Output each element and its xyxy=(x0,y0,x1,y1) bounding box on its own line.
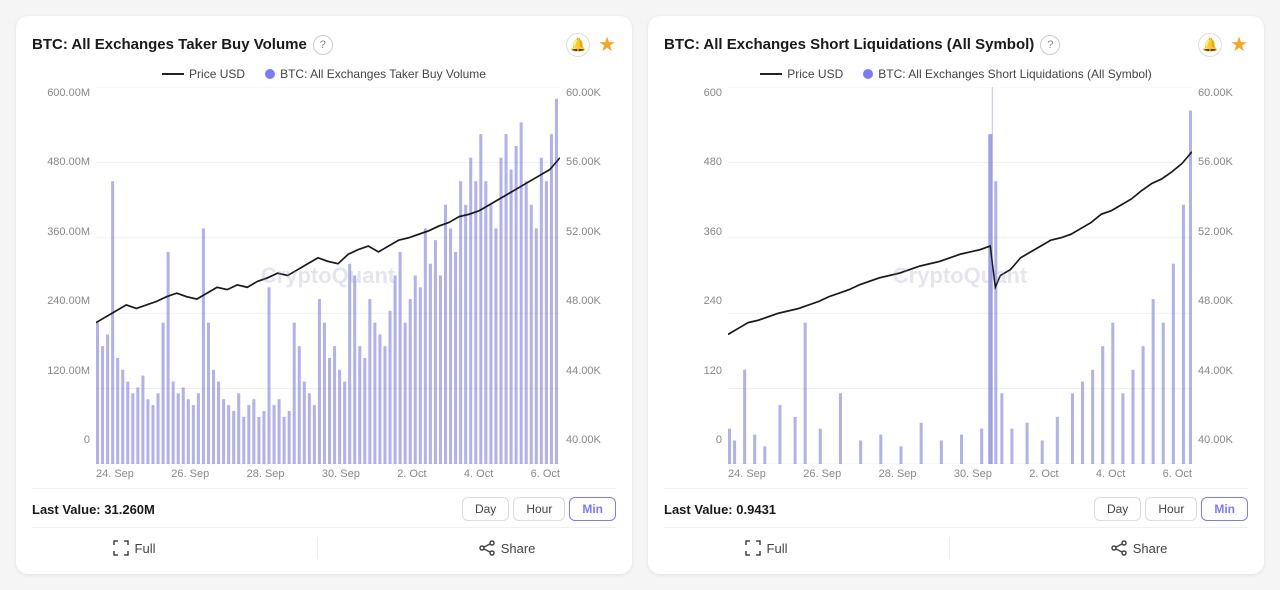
legend-series-label-2: BTC: All Exchanges Short Liquidations (A… xyxy=(878,67,1151,81)
y-axis-right-1: 60.00K 56.00K 52.00K 48.00K 44.00K 40.00… xyxy=(560,87,616,464)
divider-1 xyxy=(317,538,318,558)
legend-series-1: BTC: All Exchanges Taker Buy Volume xyxy=(265,67,486,81)
chart-svg-2 xyxy=(728,87,1192,464)
chart-inner-1: CryptoQuant xyxy=(96,87,560,464)
legend-2: Price USD BTC: All Exchanges Short Liqui… xyxy=(664,67,1248,81)
chart-footer-1: Last Value: 31.260M Day Hour Min xyxy=(32,488,616,521)
chart-footer-2: Last Value: 0.9431 Day Hour Min xyxy=(664,488,1248,521)
bell-icon-1[interactable]: 🔔 xyxy=(566,33,590,57)
x-axis-1: 24. Sep 26. Sep 28. Sep 30. Sep 2. Oct 4… xyxy=(96,464,560,480)
legend-price-2: Price USD xyxy=(760,67,843,81)
hour-button-2[interactable]: Hour xyxy=(1145,497,1197,521)
full-button-1[interactable]: Full xyxy=(113,540,156,556)
legend-price-label-1: Price USD xyxy=(189,67,245,81)
share-icon-2 xyxy=(1111,540,1127,556)
chart-area-2: 600 480 360 240 120 0 CryptoQuant xyxy=(664,87,1248,464)
star-icon-2[interactable]: ★ xyxy=(1230,32,1248,57)
chart-title-1: BTC: All Exchanges Taker Buy Volume xyxy=(32,36,307,53)
legend-line-1 xyxy=(162,73,184,75)
chart-header-1: BTC: All Exchanges Taker Buy Volume ? 🔔 … xyxy=(32,32,616,57)
day-button-2[interactable]: Day xyxy=(1094,497,1141,521)
full-icon-2 xyxy=(745,540,761,556)
time-buttons-2: Day Hour Min xyxy=(1094,497,1248,521)
info-icon-1[interactable]: ? xyxy=(313,35,333,55)
x-axis-2: 24. Sep 26. Sep 28. Sep 30. Sep 2. Oct 4… xyxy=(728,464,1192,480)
min-button-1[interactable]: Min xyxy=(569,497,616,521)
full-button-2[interactable]: Full xyxy=(745,540,788,556)
legend-dot-2 xyxy=(863,69,873,79)
min-button-2[interactable]: Min xyxy=(1201,497,1248,521)
legend-1: Price USD BTC: All Exchanges Taker Buy V… xyxy=(32,67,616,81)
chart-title-row-1: BTC: All Exchanges Taker Buy Volume ? xyxy=(32,35,333,55)
chart-card-1: BTC: All Exchanges Taker Buy Volume ? 🔔 … xyxy=(16,16,632,574)
share-icon-1 xyxy=(479,540,495,556)
chart-svg-1 xyxy=(96,87,560,464)
card-actions-1: Full Share xyxy=(32,527,616,558)
last-value-1: Last Value: 31.260M xyxy=(32,502,155,517)
star-icon-1[interactable]: ★ xyxy=(598,32,616,57)
info-icon-2[interactable]: ? xyxy=(1040,35,1060,55)
hour-button-1[interactable]: Hour xyxy=(513,497,565,521)
y-axis-left-1: 600.00M 480.00M 360.00M 240.00M 120.00M … xyxy=(32,87,96,464)
y-axis-right-2: 60.00K 56.00K 52.00K 48.00K 44.00K 40.00… xyxy=(1192,87,1248,464)
legend-series-label-1: BTC: All Exchanges Taker Buy Volume xyxy=(280,67,486,81)
full-icon-1 xyxy=(113,540,129,556)
day-button-1[interactable]: Day xyxy=(462,497,509,521)
chart-card-2: BTC: All Exchanges Short Liquidations (A… xyxy=(648,16,1264,574)
share-button-1[interactable]: Share xyxy=(479,540,536,556)
time-buttons-1: Day Hour Min xyxy=(462,497,616,521)
chart-area-1: 600.00M 480.00M 360.00M 240.00M 120.00M … xyxy=(32,87,616,464)
chart-header-2: BTC: All Exchanges Short Liquidations (A… xyxy=(664,32,1248,57)
last-value-2: Last Value: 0.9431 xyxy=(664,502,776,517)
chart-title-2: BTC: All Exchanges Short Liquidations (A… xyxy=(664,36,1034,53)
card-actions-2: Full Share xyxy=(664,527,1248,558)
legend-price-1: Price USD xyxy=(162,67,245,81)
chart-inner-2: CryptoQuant xyxy=(728,87,1192,464)
share-button-2[interactable]: Share xyxy=(1111,540,1168,556)
legend-line-2 xyxy=(760,73,782,75)
chart-title-row-2: BTC: All Exchanges Short Liquidations (A… xyxy=(664,35,1060,55)
legend-price-label-2: Price USD xyxy=(787,67,843,81)
header-icons-2: 🔔 ★ xyxy=(1198,32,1248,57)
divider-2 xyxy=(949,538,950,558)
header-icons-1: 🔔 ★ xyxy=(566,32,616,57)
legend-dot-1 xyxy=(265,69,275,79)
y-axis-left-2: 600 480 360 240 120 0 xyxy=(664,87,728,464)
bell-icon-2[interactable]: 🔔 xyxy=(1198,33,1222,57)
legend-series-2: BTC: All Exchanges Short Liquidations (A… xyxy=(863,67,1151,81)
